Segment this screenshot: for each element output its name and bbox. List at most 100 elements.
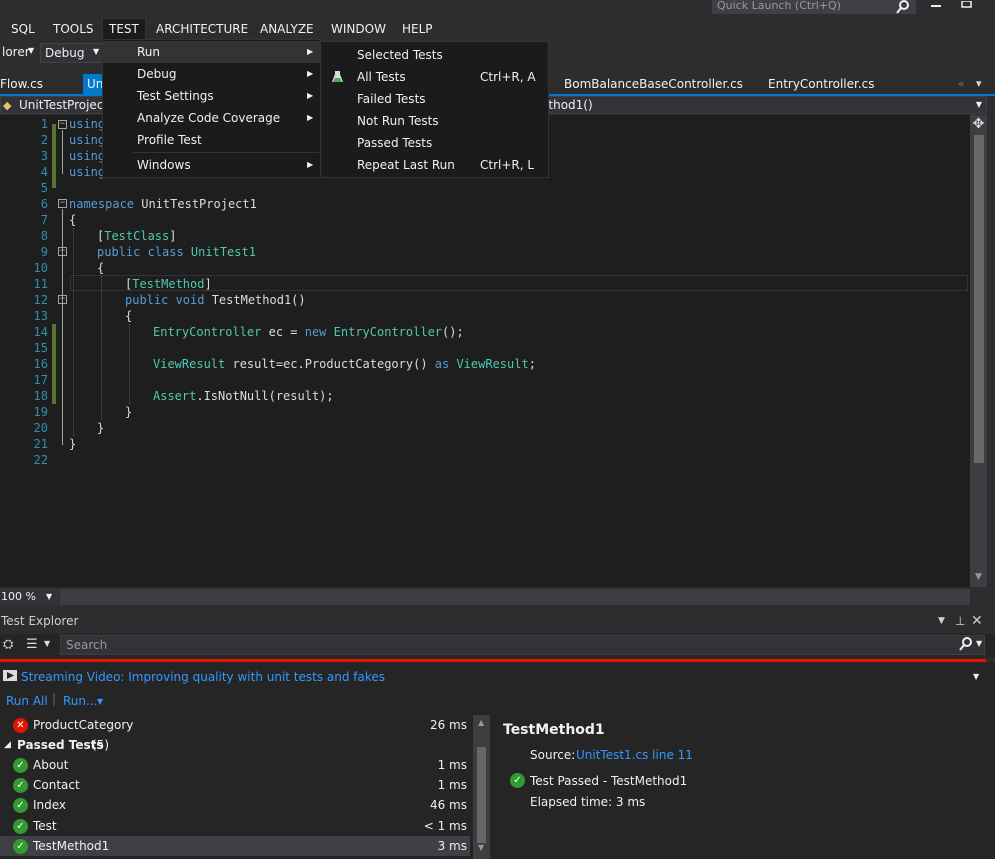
identifier: UnitTestProject1 — [134, 197, 257, 211]
menu-item-analyze-coverage[interactable]: Analyze Code Coverage ▶ — [103, 107, 320, 129]
identifier: TestMethod1() — [204, 293, 306, 307]
chevron-down-icon[interactable]: ▼ — [93, 47, 99, 56]
project-combo[interactable]: ◆ UnitTestProject1 — [0, 96, 116, 114]
test-search-input[interactable]: Search — [60, 635, 985, 655]
line-number: 8 — [40, 229, 48, 243]
keyword: using — [69, 133, 106, 147]
streaming-video-link[interactable]: Streaming Video: Improving quality with … — [21, 670, 385, 684]
menu-tools[interactable]: TOOLS — [47, 19, 100, 39]
test-row[interactable]: ✓ About 1 ms — [0, 755, 470, 775]
test-row-selected[interactable]: ✓ TestMethod1 3 ms — [0, 836, 470, 856]
fold-line — [62, 209, 63, 445]
indent-guide — [101, 276, 102, 420]
menu-item-run[interactable]: Run ▶ — [103, 41, 320, 63]
tab-overflow-icon[interactable]: « — [958, 74, 965, 94]
test-row[interactable]: ✓ Index 46 ms — [0, 795, 470, 815]
search-icon[interactable] — [893, 0, 913, 14]
scroll-up-icon[interactable]: ▲ — [478, 718, 484, 727]
scroll-down-icon[interactable]: ▼ — [478, 843, 484, 852]
expand-triangle-icon[interactable]: ◢ — [4, 735, 11, 755]
brace: } — [69, 437, 77, 451]
chevron-down-icon[interactable]: ▼ — [976, 639, 982, 648]
chevron-down-icon[interactable]: ▼ — [973, 672, 979, 681]
group-count: (5) — [92, 738, 109, 752]
type-name: ViewResult — [449, 357, 529, 371]
code-line-21: } — [69, 436, 76, 452]
test-row-failed[interactable]: ✕ ProductCategory 26 ms — [0, 715, 470, 735]
type-name: TestClass — [104, 229, 170, 243]
menu-help[interactable]: HELP — [396, 19, 439, 39]
chevron-down-icon[interactable]: ▼ — [97, 697, 103, 706]
close-icon[interactable]: ✕ — [971, 611, 983, 631]
menu-item-test-settings[interactable]: Test Settings ▶ — [103, 85, 320, 107]
line-number: 16 — [33, 357, 48, 371]
menu-item-label: Not Run Tests — [357, 114, 439, 128]
search-icon[interactable] — [958, 636, 974, 655]
line-number: 1 — [40, 117, 48, 131]
line-number: 10 — [33, 261, 48, 275]
submenu-item-selected-tests[interactable]: Selected Tests — [321, 44, 548, 66]
submenu-item-passed-tests[interactable]: Passed Tests — [321, 132, 548, 154]
submenu-item-all-tests[interactable]: All Tests Ctrl+R, A — [321, 66, 548, 88]
line-number: 13 — [33, 309, 48, 323]
tab-flow[interactable]: Flow.cs — [0, 74, 43, 94]
passed-group-header[interactable]: ◢ Passed Tests (5) — [0, 735, 470, 755]
identifier: result=ec.ProductCategory() — [225, 357, 435, 371]
passed-icon: ✓ — [13, 798, 28, 813]
menu-item-windows[interactable]: Windows ▶ — [103, 154, 320, 176]
scrollbar-thumb[interactable] — [477, 747, 486, 843]
menu-sql[interactable]: SQL — [5, 19, 41, 39]
change-indicator — [52, 124, 56, 188]
code-line-18: Assert.IsNotNull(result); — [153, 388, 334, 404]
panel-menu-icon[interactable]: ▼ — [938, 611, 945, 631]
submenu-arrow-icon: ▶ — [307, 47, 314, 56]
menu-item-profile-test[interactable]: Profile Test — [103, 129, 320, 151]
menu-window[interactable]: WINDOW — [325, 19, 392, 39]
fold-toggle-icon[interactable]: − — [58, 120, 67, 129]
group-by-icon[interactable]: ⛭ — [3, 637, 13, 652]
line-number: 6 — [40, 197, 48, 211]
menu-test[interactable]: TEST — [102, 18, 146, 39]
quick-launch-input[interactable]: Quick Launch (Ctrl+Q) — [712, 0, 916, 14]
chevron-down-icon[interactable]: ▼ — [28, 46, 34, 55]
scrollbar-thumb[interactable] — [974, 135, 984, 463]
submenu-item-repeat-last-run[interactable]: Repeat Last Run Ctrl+R, L — [321, 154, 548, 176]
menu-architecture[interactable]: ARCHITECTURE — [150, 19, 254, 39]
submenu-item-not-run-tests[interactable]: Not Run Tests — [321, 110, 548, 132]
fold-toggle-icon[interactable]: − — [58, 247, 67, 256]
menu-separator — [133, 152, 319, 153]
maximize-icon[interactable] — [960, 0, 974, 10]
split-window-icon[interactable]: ✥ — [970, 117, 987, 133]
fold-toggle-icon[interactable]: − — [58, 199, 67, 208]
menu-item-label: Run — [137, 45, 161, 59]
minimize-icon[interactable] — [927, 0, 945, 10]
run-link[interactable]: Run... — [63, 694, 97, 708]
tab-dropdown-icon[interactable]: ▾ — [976, 74, 982, 94]
scroll-down-icon[interactable]: ▼ — [970, 572, 987, 586]
run-all-link[interactable]: Run All — [6, 694, 48, 708]
test-row[interactable]: ✓ Test < 1 ms — [0, 816, 470, 836]
chevron-down-icon[interactable]: ▼ — [44, 639, 50, 648]
tab-bombalance[interactable]: BomBalanceBaseController.cs — [564, 74, 743, 94]
code-line-7: { — [69, 212, 76, 228]
member-combo[interactable]: ethod1() ▼ — [538, 96, 987, 114]
line-number: 12 — [33, 293, 48, 307]
test-row[interactable]: ✓ Contact 1 ms — [0, 775, 470, 795]
line-number: 14 — [33, 325, 48, 339]
submenu-item-failed-tests[interactable]: Failed Tests — [321, 88, 548, 110]
code-line-14: EntryController ec = new EntryController… — [153, 324, 464, 340]
zoom-combo[interactable]: 100 % ▼ — [0, 589, 59, 605]
code-editor[interactable] — [0, 115, 970, 587]
menu-analyze[interactable]: ANALYZE — [254, 19, 320, 39]
chevron-down-icon: ▼ — [975, 100, 982, 109]
menu-item-shortcut: Ctrl+R, A — [480, 70, 536, 84]
detail-source-link[interactable]: UnitTest1.cs line 11 — [576, 748, 693, 762]
test-duration: 1 ms — [437, 778, 467, 792]
fold-toggle-icon[interactable]: − — [58, 295, 67, 304]
filter-list-icon[interactable]: ☰ — [26, 637, 38, 652]
pin-icon[interactable]: ⊥ — [955, 611, 965, 631]
menu-item-debug[interactable]: Debug ▶ — [103, 63, 320, 85]
editor-horizontal-scrollbar[interactable] — [60, 589, 970, 605]
tab-entrycontroller[interactable]: EntryController.cs — [768, 74, 875, 94]
test-duration: < 1 ms — [423, 819, 467, 833]
